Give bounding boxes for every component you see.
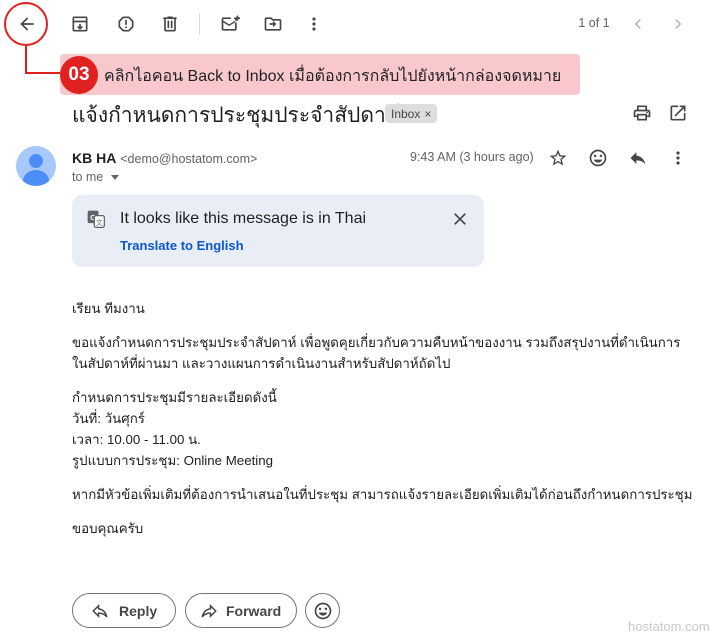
details-format: รูปแบบการประชุม: Online Meeting <box>72 453 274 468</box>
email-body: เรียน ทีมงาน ขอแจ้งกำหนดการประชุมประจำสั… <box>72 298 708 552</box>
reply-icon <box>630 152 646 165</box>
mark-unread-button[interactable] <box>214 8 246 40</box>
print-button[interactable] <box>629 100 655 126</box>
archive-button[interactable] <box>64 8 96 40</box>
meeting-details: กำหนดการประชุมมีรายละเอียดดังนี้ วันที่:… <box>72 387 708 471</box>
callout-text: คลิกไอคอน Back to Inbox เมื่อต้องการกลับ… <box>104 68 562 85</box>
chevron-right-icon <box>675 19 682 29</box>
report-spam-icon <box>118 16 134 32</box>
move-to-button[interactable] <box>257 8 289 40</box>
translate-icon: G 文 <box>87 210 105 228</box>
more-vert-icon <box>676 151 680 165</box>
sender-name[interactable]: KB HA <box>72 150 116 166</box>
star-button[interactable] <box>546 146 570 170</box>
translate-message: It looks like this message is in Thai <box>120 210 367 227</box>
label-text: Inbox <box>391 106 421 121</box>
pager-text: 1 of 1 <box>578 16 610 30</box>
body-line: ในสัปดาห์ที่ผ่านมา และวางแผนการดำเนินงาน… <box>72 356 451 371</box>
watermark: hostatom.com <box>628 619 710 634</box>
remove-label-icon[interactable]: × <box>424 107 431 121</box>
archive-icon <box>72 16 88 32</box>
reply-icon <box>92 603 108 618</box>
forward-button[interactable]: Forward <box>185 593 297 628</box>
translate-link[interactable]: Translate to English <box>120 238 244 253</box>
emoji-icon <box>589 149 607 167</box>
details-day: วันที่: วันศุกร์ <box>72 411 145 426</box>
email-time: 9:43 AM (3 hours ago) <box>410 150 534 164</box>
report-spam-button[interactable] <box>110 8 142 40</box>
reply-icon-button[interactable] <box>626 146 650 170</box>
translate-banner: G 文 It looks like this message is in Tha… <box>72 195 484 267</box>
newer-button[interactable] <box>622 8 654 40</box>
highlight-circle <box>4 2 48 46</box>
body-paragraph: ขอแจ้งกำหนดการประชุมประจำสัปดาห์ เพื่อพู… <box>72 332 708 374</box>
forward-label: Forward <box>226 602 282 619</box>
toolbar: 1 of 1 <box>0 0 720 48</box>
more-message-options-button[interactable] <box>666 146 690 170</box>
chevron-left-icon <box>634 19 641 29</box>
more-options-button[interactable] <box>298 8 330 40</box>
greeting: เรียน ทีมงาน <box>72 301 145 316</box>
emoji-react-button[interactable] <box>586 146 610 170</box>
print-icon <box>633 105 651 121</box>
sender-line: KB HA <demo@hostatom.com> <box>72 150 257 166</box>
reply-button[interactable]: Reply <box>72 593 176 628</box>
closing: ขอบคุณครับ <box>72 521 144 536</box>
toolbar-divider <box>199 13 200 35</box>
reply-label: Reply <box>119 602 158 619</box>
tutorial-callout: 03 คลิกไอคอน Back to Inbox เมื่อต้องการก… <box>60 54 580 95</box>
emoji-icon <box>314 602 331 619</box>
callout-connector <box>25 72 65 74</box>
inbox-label[interactable]: Inbox × <box>385 104 438 123</box>
star-icon <box>549 149 567 166</box>
delete-icon <box>163 16 177 32</box>
details-time: เวลา: 10.00 - 11.00 น. <box>72 432 201 447</box>
emoji-reaction-button[interactable] <box>305 593 340 628</box>
close-icon[interactable] <box>450 209 470 229</box>
to-text: to me <box>72 170 104 184</box>
open-in-new-icon <box>670 105 686 121</box>
more-vert-icon <box>312 17 316 31</box>
avatar-body <box>23 170 49 186</box>
sender-email: <demo@hostatom.com> <box>120 152 258 166</box>
recipient-details-toggle[interactable]: to me <box>72 170 120 184</box>
open-new-window-button[interactable] <box>665 100 691 126</box>
details-title: กำหนดการประชุมมีรายละเอียดดังนี้ <box>72 390 277 405</box>
forward-icon <box>201 603 217 618</box>
caret-down-icon <box>111 174 120 180</box>
callout-connector <box>25 46 27 74</box>
svg-text:文: 文 <box>96 218 103 227</box>
older-button[interactable] <box>662 8 694 40</box>
email-subject: แจ้งกำหนดการประชุมประจำสัปดาห์ <box>72 104 400 127</box>
delete-button[interactable] <box>154 8 186 40</box>
step-number: 03 <box>60 56 98 94</box>
avatar[interactable] <box>16 146 56 186</box>
avatar-head <box>29 154 43 168</box>
body-paragraph: หากมีหัวข้อเพิ่มเติมที่ต้องการนำเสนอในที… <box>72 487 693 502</box>
move-to-icon <box>264 17 282 31</box>
body-line: ขอแจ้งกำหนดการประชุมประจำสัปดาห์ เพื่อพู… <box>72 335 681 350</box>
mark-unread-icon <box>221 15 240 31</box>
